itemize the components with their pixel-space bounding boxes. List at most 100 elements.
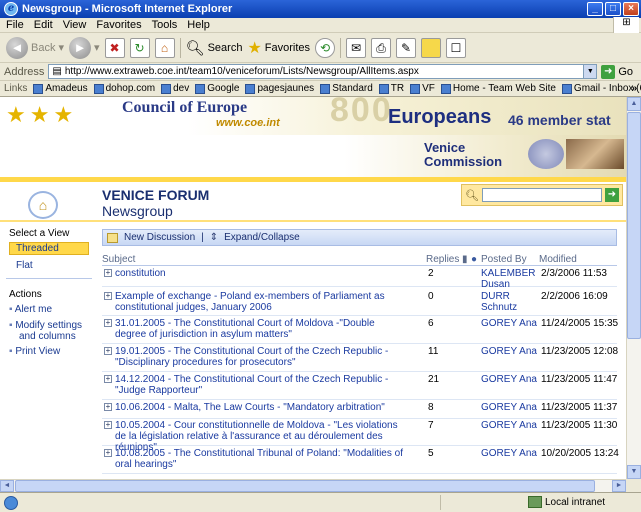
messenger-icon[interactable]: ☐ (446, 37, 467, 58)
column-subject[interactable]: Subject (102, 254, 135, 265)
row-poster[interactable]: GOREY Ana (481, 420, 537, 431)
menu-favorites[interactable]: Favorites (96, 19, 141, 31)
banner-members: 46 member stat (508, 112, 611, 128)
link-gmail[interactable]: Gmail - Inbox (62) (561, 83, 641, 94)
column-modified[interactable]: Modified (539, 254, 577, 265)
menu-file[interactable]: File (6, 19, 24, 31)
link-icon (245, 83, 256, 94)
search-icon: 🔍︎ (465, 189, 479, 202)
row-poster[interactable]: GOREY Ana (481, 448, 537, 459)
link-dev[interactable]: dev (161, 83, 189, 94)
expand-icon[interactable]: + (104, 319, 112, 327)
scroll-up-icon[interactable]: ▲ (627, 97, 641, 111)
scroll-down-icon[interactable]: ▼ (627, 465, 641, 479)
expand-icon[interactable]: + (104, 421, 112, 429)
page-icon: ▤ (52, 66, 62, 77)
scroll-thumb[interactable] (627, 112, 641, 339)
row-modified: 11/23/2005 11:30 (541, 420, 618, 431)
new-discussion-button[interactable]: New Discussion (124, 232, 195, 243)
links-label: Links (4, 83, 28, 94)
title-bar: e Newsgroup - Microsoft Internet Explore… (0, 0, 641, 18)
search-go-button[interactable]: ➜ (604, 188, 619, 202)
link-vf[interactable]: VF (410, 83, 435, 94)
scroll-left-icon[interactable]: ◄ (0, 480, 14, 492)
go-button[interactable]: ➜ Go (601, 64, 633, 79)
discuss-icon[interactable] (421, 37, 442, 58)
row-subject[interactable]: constitution (115, 268, 405, 279)
menu-tools[interactable]: Tools (152, 19, 178, 31)
browser-toolbar: ◄ Back ▾ ► ▾ ✖ ↻ ⌂ 🔍︎ Search ★ Favorites… (0, 33, 641, 63)
link-icon (320, 83, 331, 94)
expand-collapse-button[interactable]: Expand/Collapse (224, 232, 300, 243)
row-subject[interactable]: 14.12.2004 - The Constitutional Court of… (115, 374, 405, 396)
action-print-view[interactable]: ▪ Print View (9, 346, 60, 357)
expand-icon[interactable]: + (104, 347, 112, 355)
ie-logo-icon: e (4, 2, 18, 16)
banner-number: 800 (330, 97, 393, 129)
row-poster[interactable]: GOREY Ana (481, 402, 537, 413)
go-arrow-icon: ➜ (601, 64, 616, 79)
link-pagesjaunes[interactable]: pagesjaunes (245, 83, 314, 94)
row-subject[interactable]: Example of exchange - Poland ex-members … (115, 291, 405, 313)
link-dohop[interactable]: dohop.com (93, 83, 155, 94)
expand-icon[interactable]: + (104, 449, 112, 457)
action-modify-settings[interactable]: ▪ Modify settings and columns (9, 320, 82, 342)
print-icon[interactable]: ⎙ (371, 37, 392, 58)
close-button[interactable]: × (623, 2, 639, 16)
row-subject[interactable]: 10.08.2005 - The Constitutional Tribunal… (115, 448, 405, 470)
favorites-button[interactable]: ★ Favorites (247, 38, 310, 58)
link-google[interactable]: Google (195, 83, 239, 94)
row-poster[interactable]: GOREY Ana (481, 318, 537, 329)
expand-icon[interactable]: + (104, 403, 112, 411)
menu-help[interactable]: Help (187, 19, 210, 31)
row-poster[interactable]: DURR Schnutz (481, 291, 525, 313)
history-icon[interactable]: ⟲ (315, 37, 336, 58)
row-replies: 2 (428, 268, 434, 279)
row-poster[interactable]: GOREY Ana (481, 374, 537, 385)
chevron-down-icon[interactable]: ▼ (583, 65, 597, 78)
forward-button[interactable]: ► ▾ (69, 36, 100, 59)
row-poster[interactable]: KALEMBER Dusan (481, 268, 537, 290)
horizontal-scrollbar[interactable]: ◄ ► (0, 479, 626, 492)
view-flat[interactable]: Flat (16, 260, 33, 271)
back-button[interactable]: ◄ Back ▾ (6, 36, 64, 59)
link-label: TR (390, 83, 405, 94)
action-alert-me[interactable]: ▪ Alert me (9, 304, 52, 315)
address-input[interactable]: ▤ http://www.extraweb.coe.int/team10/ven… (48, 64, 598, 79)
link-tr[interactable]: TR (378, 83, 405, 94)
refresh-icon[interactable]: ↻ (129, 37, 150, 58)
site-home-icon[interactable]: ⌂ (28, 191, 58, 219)
links-more-icon[interactable]: » (631, 83, 637, 94)
link-amadeus[interactable]: Amadeus (33, 83, 88, 94)
stop-icon[interactable]: ✖ (104, 37, 125, 58)
list-toolbar: New Discussion | ⇕ Expand/Collapse (102, 229, 617, 246)
search-button[interactable]: 🔍︎ Search (186, 39, 243, 57)
menu-edit[interactable]: Edit (34, 19, 53, 31)
row-subject[interactable]: 19.01.2005 - The Constitutional Court of… (115, 346, 405, 368)
link-standard[interactable]: Standard (320, 83, 373, 94)
link-icon (440, 83, 451, 94)
view-threaded[interactable]: Threaded (9, 242, 89, 255)
menu-view[interactable]: View (63, 19, 87, 31)
scroll-right-icon[interactable]: ► (612, 480, 626, 492)
maximize-button[interactable]: □ (605, 2, 621, 16)
expand-icon[interactable]: + (104, 269, 112, 277)
home-icon[interactable]: ⌂ (154, 37, 175, 58)
address-url[interactable]: http://www.extraweb.coe.int/team10/venic… (65, 66, 581, 77)
link-home-team-web-site[interactable]: Home - Team Web Site (440, 83, 556, 94)
mail-icon[interactable]: ✉ (346, 37, 367, 58)
row-subject[interactable]: 31.01.2005 - The Constitutional Court of… (115, 318, 405, 340)
search-input[interactable] (481, 188, 602, 202)
column-posted-by[interactable]: Posted By (481, 254, 527, 265)
vertical-scrollbar[interactable]: ▲ ▼ (626, 97, 641, 479)
row-subject[interactable]: 10.06.2004 - Malta, The Law Courts - "Ma… (115, 402, 405, 413)
column-replies[interactable]: Replies (426, 254, 459, 265)
search-label: Search (207, 41, 243, 54)
expand-icon[interactable]: + (104, 375, 112, 383)
minimize-button[interactable]: _ (587, 2, 603, 16)
row-poster[interactable]: GOREY Ana (481, 346, 537, 357)
link-icon (561, 83, 572, 94)
edit-icon[interactable]: ✎ (396, 37, 417, 58)
expand-icon[interactable]: + (104, 292, 112, 300)
scroll-thumb[interactable] (15, 480, 595, 492)
